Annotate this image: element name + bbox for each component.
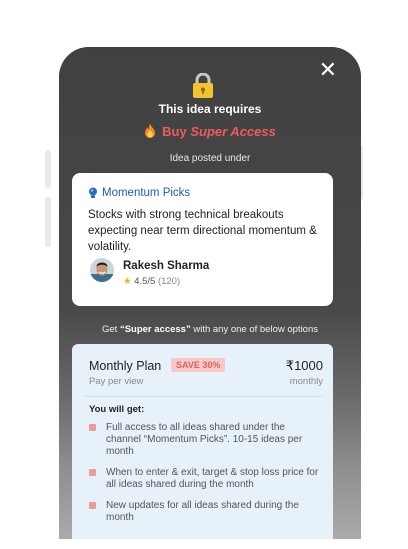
phone-screen: ✕ This idea requires Buy Super Access Id… bbox=[59, 47, 361, 539]
bulb-icon bbox=[89, 187, 97, 198]
benefit-item: New updates for all ideas shared during … bbox=[89, 500, 321, 524]
save-badge: SAVE 30% bbox=[171, 358, 226, 372]
close-icon[interactable]: ✕ bbox=[319, 59, 337, 81]
channel-link[interactable]: Momentum Picks bbox=[88, 187, 190, 199]
posted-under-label: Idea posted under bbox=[169, 153, 251, 164]
benefit-item: When to enter & exit, target & stop loss… bbox=[89, 467, 321, 491]
modal-overlay: ✕ This idea requires Buy Super Access Id… bbox=[59, 47, 361, 539]
benefits-list: Full access to all ideas shared under th… bbox=[89, 422, 321, 533]
author-rating: ★ 4.5/5 (120) bbox=[123, 276, 180, 287]
buy-super-access[interactable]: Buy Super Access bbox=[59, 124, 361, 141]
bullet-icon bbox=[89, 469, 96, 476]
options-caption-suffix: with any one of below options bbox=[190, 324, 318, 335]
plan-title: Monthly Plan bbox=[89, 359, 162, 373]
idea-card[interactable]: Momentum Picks Stocks with strong techni… bbox=[72, 173, 333, 306]
bullet-icon bbox=[89, 502, 96, 509]
plan-period: monthly bbox=[289, 376, 323, 387]
plan-price: ₹1000 bbox=[285, 358, 323, 373]
channel-name: Momentum Picks bbox=[102, 187, 191, 199]
benefit-text: When to enter & exit, target & stop loss… bbox=[106, 467, 319, 490]
options-caption-prefix: Get bbox=[102, 324, 120, 335]
benefits-heading: You will get: bbox=[89, 404, 145, 415]
author-name: Rakesh Sharma bbox=[123, 260, 210, 272]
requires-text: This idea requires bbox=[158, 102, 262, 116]
side-button-left bbox=[45, 197, 51, 247]
fire-icon bbox=[144, 124, 156, 141]
rating-value: 4.5/5 bbox=[134, 276, 156, 287]
benefit-text: New updates for all ideas shared during … bbox=[106, 500, 299, 523]
divider bbox=[84, 396, 323, 397]
benefit-text: Full access to all ideas shared under th… bbox=[106, 422, 303, 457]
lock-icon bbox=[193, 73, 213, 98]
options-caption-emph: “Super access” bbox=[119, 324, 191, 335]
pay-per-view-label: Pay per view bbox=[89, 376, 144, 387]
bullet-icon bbox=[89, 424, 96, 431]
side-button-top bbox=[45, 150, 51, 188]
star-icon: ★ bbox=[123, 276, 132, 287]
idea-description: Stocks with strong technical breakouts e… bbox=[88, 209, 317, 253]
super-access-label: Super Access bbox=[190, 124, 276, 139]
benefit-item: Full access to all ideas shared under th… bbox=[89, 422, 321, 458]
monthly-plan-card[interactable]: Monthly Plan SAVE 30% ₹1000 Pay per view… bbox=[72, 344, 333, 539]
options-caption: Get “Super access” with any one of below… bbox=[59, 324, 361, 335]
rating-count: (120) bbox=[157, 276, 181, 287]
avatar bbox=[90, 258, 114, 282]
buy-label: Buy bbox=[162, 124, 191, 139]
